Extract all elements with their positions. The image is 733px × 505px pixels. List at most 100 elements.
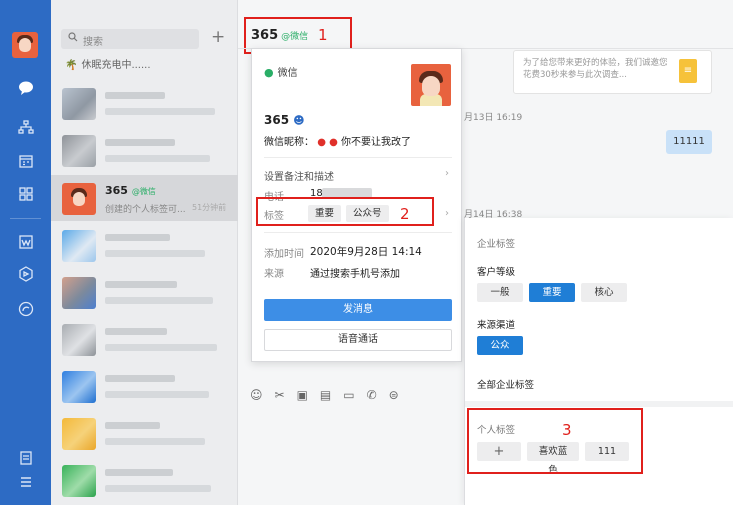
balloon-icon: ● ● (317, 137, 338, 148)
chevron-right-icon[interactable]: › (445, 168, 449, 179)
blurred-avatar (62, 88, 96, 120)
blurred-avatar (62, 230, 96, 262)
scissors-icon[interactable]: ✂ (275, 388, 285, 404)
list-item[interactable] (51, 80, 238, 126)
survey-card[interactable]: 为了给您带来更好的体验，我们诚邀您花费30秒来参与此次调查... ≡ (513, 50, 712, 94)
contact-avatar (62, 183, 96, 215)
blurred-avatar (62, 371, 96, 403)
blurred-text (105, 92, 165, 99)
tags-label: 标签 (264, 211, 284, 222)
image-icon[interactable]: ▣ (297, 388, 308, 404)
search-input[interactable]: 搜索 (61, 29, 199, 49)
blurred-avatar (62, 135, 96, 167)
workbench-icon[interactable] (17, 234, 35, 252)
list-item-selected[interactable]: 365 @微信 创建的个人标签可... 51分钟前 (51, 175, 238, 221)
chevron-right-icon[interactable]: › (445, 208, 449, 219)
blurred-text (105, 375, 175, 382)
blurred-text (105, 438, 205, 445)
message-time: 51分钟前 (192, 203, 227, 212)
origin-label: 来源 (264, 269, 284, 280)
divider (264, 232, 452, 233)
contact-name: 365 @微信 (105, 184, 156, 197)
list-item[interactable] (51, 457, 238, 503)
section-divider (465, 401, 733, 407)
blurred-avatar (62, 324, 96, 356)
message-bubble[interactable]: 11111 (666, 130, 712, 154)
folder-icon[interactable]: ▭ (343, 388, 354, 404)
blurred-text (105, 344, 217, 351)
profile-name: 365 ☻ (264, 113, 305, 127)
doc-icon[interactable]: ▤ (320, 388, 331, 404)
disk-icon[interactable] (17, 301, 35, 319)
chat-list: 搜索 + 🌴 休眠充电中...... 365 @微信 创建的个人标签可... 51… (51, 0, 238, 505)
list-item[interactable] (51, 410, 238, 456)
list-item[interactable] (51, 269, 238, 315)
voice-call-button[interactable]: 语音通话 (264, 329, 452, 351)
app-rail (0, 0, 51, 505)
blurred-text (105, 155, 210, 162)
more-icon[interactable]: ⊜ (389, 388, 399, 404)
tag-option-important[interactable]: 重要 (529, 283, 575, 302)
added-time-value: 2020年9月28日 14:14 (310, 246, 422, 258)
avatar-face (19, 38, 31, 52)
send-message-button[interactable]: 发消息 (264, 299, 452, 321)
annotation-box-3 (467, 408, 643, 474)
profile-card: ● 微信 365 ☻ 微信昵称： ● ● 你不要让我改了 设置备注和描述 › 电话 … (251, 48, 462, 362)
chat-icon[interactable] (17, 80, 35, 98)
apps-icon[interactable] (17, 186, 35, 204)
remark-link[interactable]: 设置备注和描述 (264, 168, 334, 183)
miniprogram-icon[interactable] (17, 266, 35, 284)
added-time-label: 添加时间 (264, 249, 304, 260)
search-icon (68, 32, 78, 45)
group-source-channel: 来源渠道 (477, 320, 516, 331)
blurred-text (105, 422, 160, 429)
blurred-text (105, 139, 175, 146)
notes-icon[interactable] (17, 450, 35, 468)
blurred-text (105, 234, 170, 241)
survey-text: 为了给您带来更好的体验，我们诚邀您花费30秒来参与此次调查... (523, 58, 668, 80)
list-item[interactable] (51, 222, 238, 268)
tag-option-official-account[interactable]: 公众号 (477, 336, 523, 370)
tag-chip[interactable]: 重要 (308, 205, 342, 222)
phone-icon[interactable]: ✆ (367, 388, 377, 404)
profile-avatar[interactable] (411, 64, 451, 106)
rail-divider (10, 218, 41, 219)
blurred-text (105, 297, 213, 304)
org-icon[interactable] (17, 119, 35, 137)
divider (264, 157, 452, 158)
group-customer-level: 客户等级 (477, 267, 516, 278)
annotation-number-3: 3 (562, 421, 572, 439)
blurred-text (105, 328, 167, 335)
blurred-avatar (62, 418, 96, 450)
tag-option-core[interactable]: 核心 (581, 283, 627, 302)
status-line: 🌴 休眠充电中...... (65, 56, 151, 71)
blurred-text (105, 469, 173, 476)
blurred-avatar (62, 277, 96, 309)
blurred-text (105, 391, 209, 398)
calendar-icon[interactable] (17, 153, 35, 171)
tag-chip[interactable]: 公众号 (346, 205, 389, 222)
user-avatar[interactable] (12, 32, 38, 58)
list-item[interactable] (51, 363, 238, 409)
blurred-avatar (62, 465, 96, 497)
tag-panel: 企业标签 客户等级 一般 重要 核心 来源渠道 公众号 全部企业标签 个人标签 … (464, 218, 733, 505)
list-item[interactable] (51, 316, 238, 362)
blurred-text (105, 250, 205, 257)
emoji-icon[interactable]: ☺ (250, 388, 263, 404)
search-placeholder: 搜索 (83, 37, 103, 48)
all-enterprise-tags-link[interactable]: 全部企业标签 (477, 377, 534, 391)
blurred-text (105, 281, 177, 288)
add-button[interactable]: + (211, 27, 225, 47)
timestamp: 月13日 16:19 (464, 113, 523, 123)
wechat-icon: ● (264, 66, 274, 79)
tag-option-normal[interactable]: 一般 (477, 283, 523, 302)
annotation-number-1: 1 (318, 26, 328, 44)
person-icon: ☻ (293, 114, 305, 127)
nickname-row: 微信昵称： ● ● 你不要让我改了 (264, 137, 412, 148)
source-badge: ● 微信 (264, 66, 298, 79)
avatar-face (422, 76, 440, 96)
input-toolbar: ☺ ✂ ▣ ▤ ▭ ✆ ⊜ (250, 388, 399, 404)
annotation-number-2: 2 (400, 205, 410, 223)
menu-icon[interactable] (17, 474, 35, 492)
list-item[interactable] (51, 127, 238, 173)
